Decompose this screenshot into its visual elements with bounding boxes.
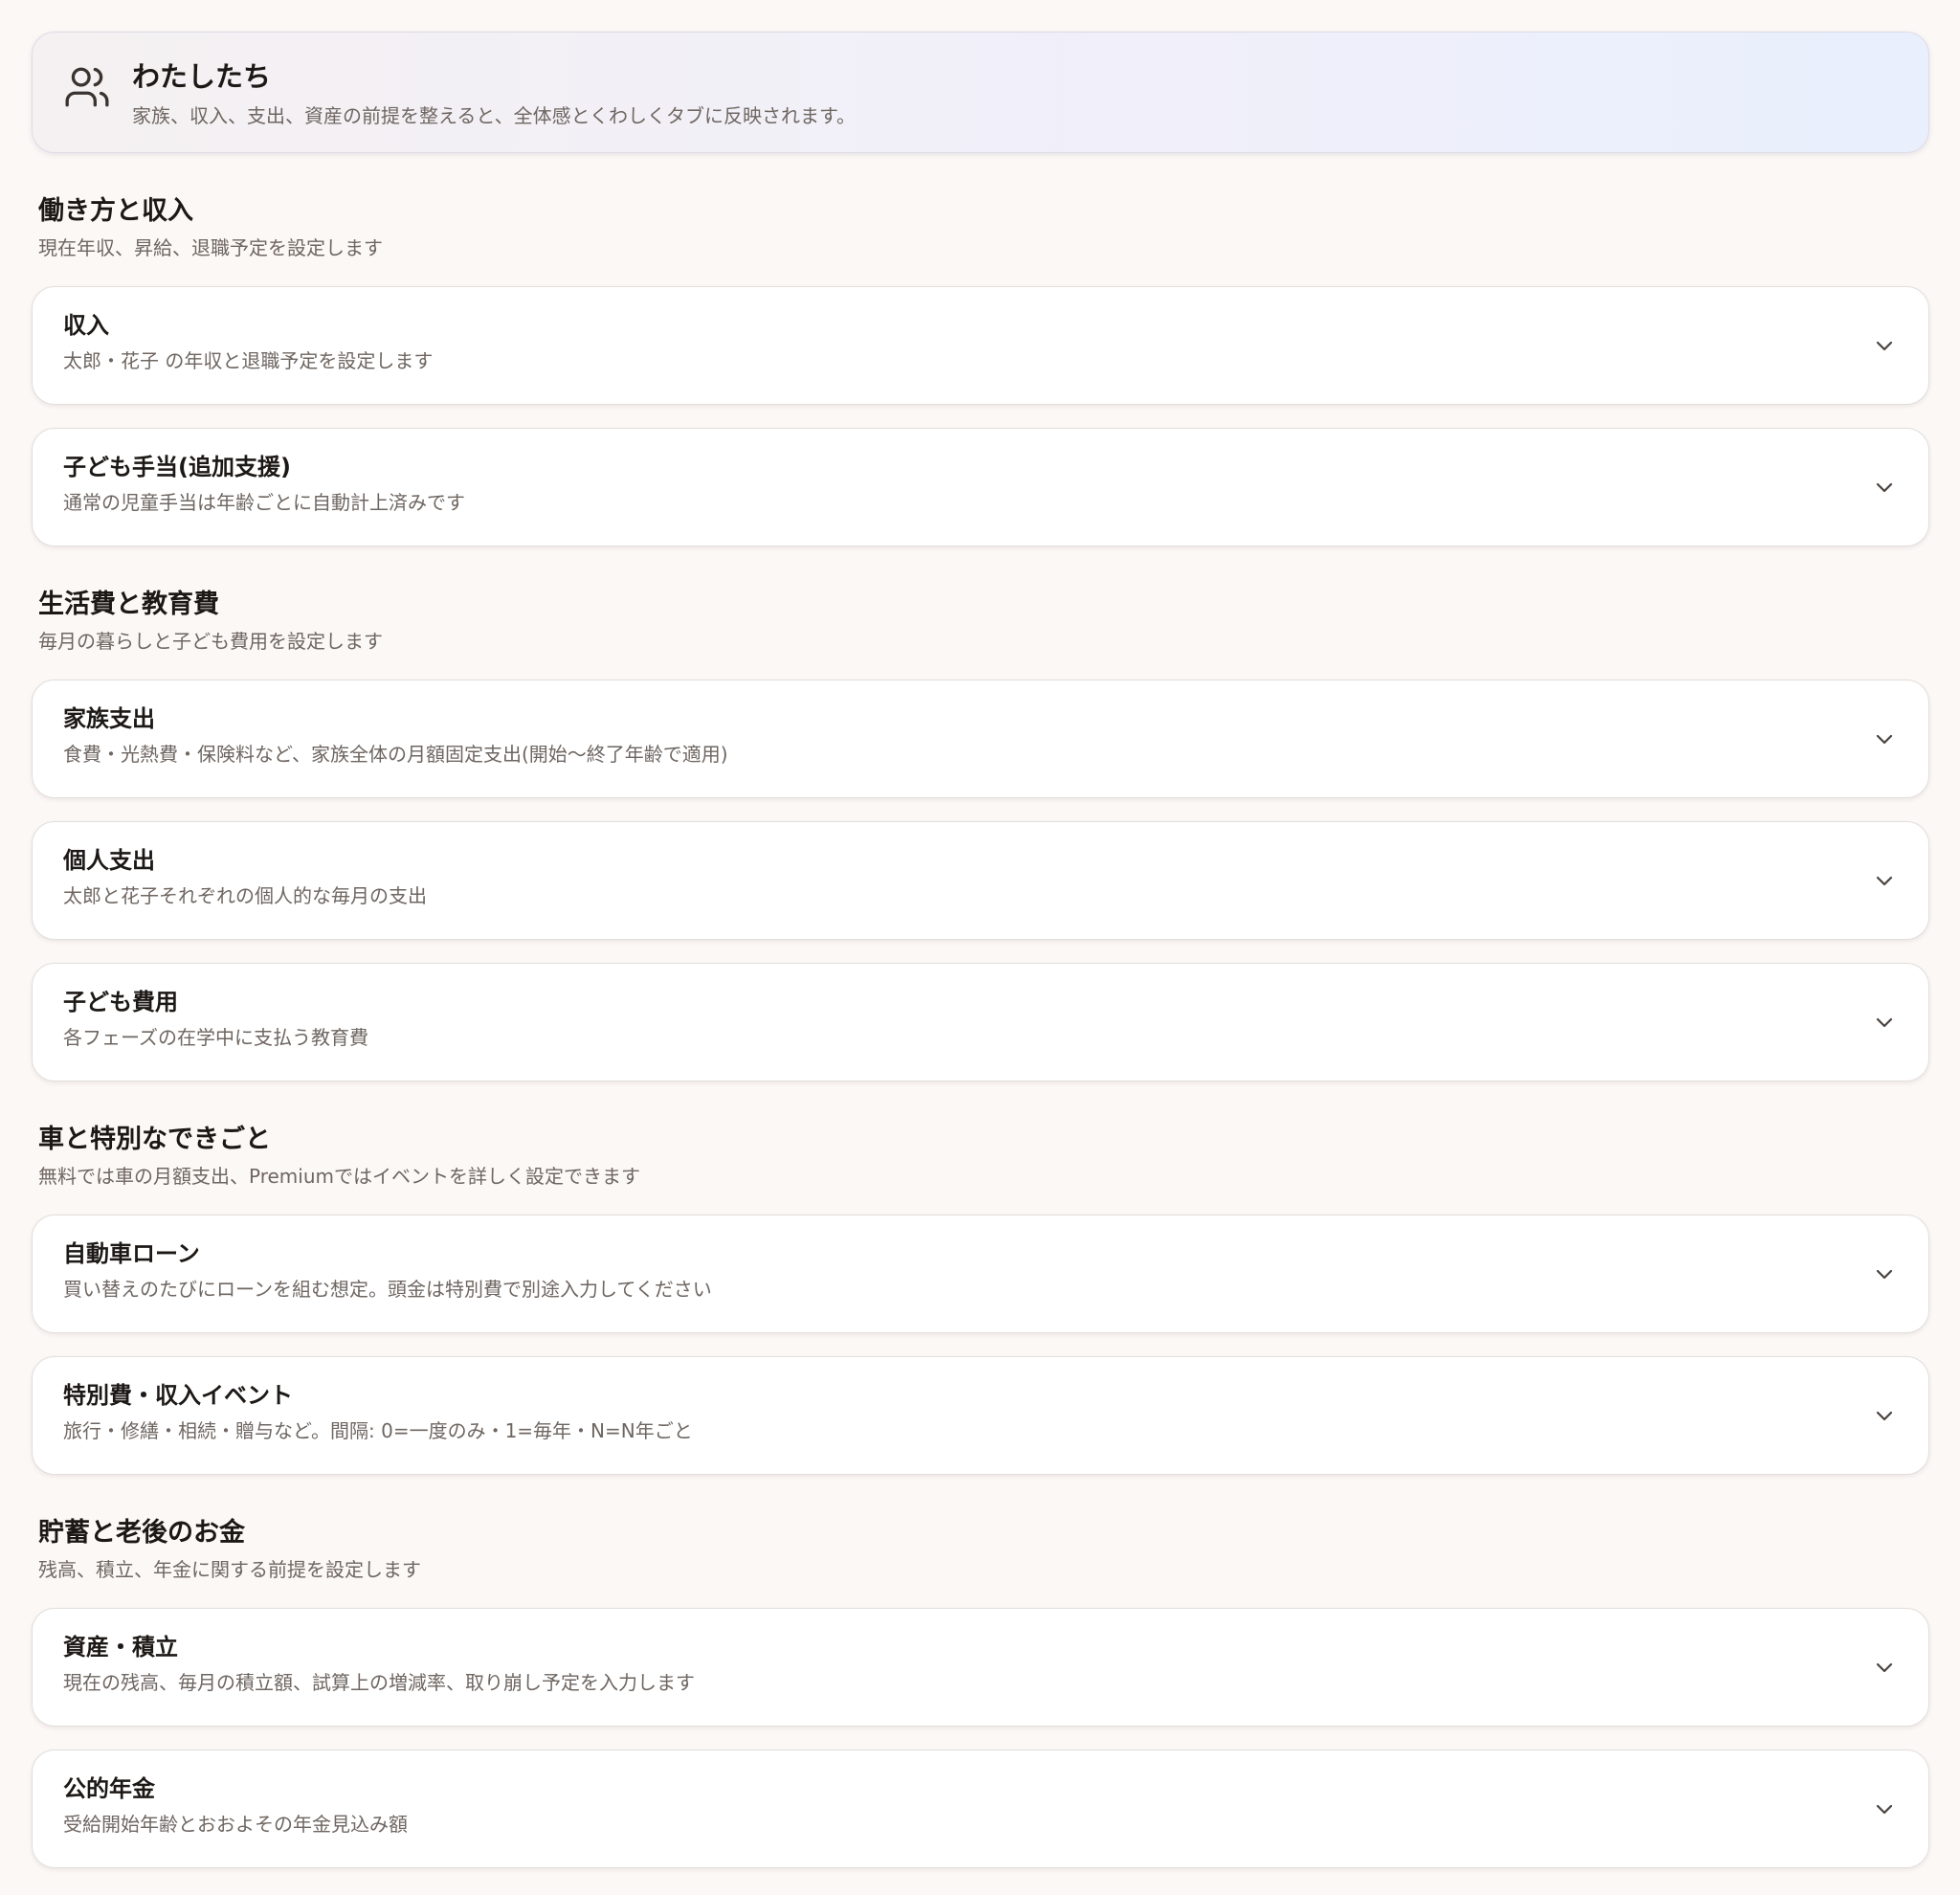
card-subtitle: 旅行・修繕・相続・贈与など。間隔: 0=一度のみ・1=毎年・N=N年ごと	[63, 1419, 693, 1442]
card-list: 資産・積立 現在の残高、毎月の積立額、試算上の増減率、取り崩し予定を入力します …	[32, 1608, 1929, 1868]
card-title: 子ども手当(追加支援)	[63, 454, 291, 480]
card-subtitle: 太郎・花子 の年収と退職予定を設定します	[63, 349, 434, 372]
chevron-down-icon[interactable]	[1873, 869, 1896, 892]
accordion-family-expenses[interactable]: 家族支出 食費・光熱費・保険料など、家族全体の月額固定支出(開始〜終了年齢で適用…	[32, 680, 1929, 798]
section-subtitle: 現在年収、昇給、退職予定を設定します	[38, 236, 383, 259]
accordion-personal-expenses[interactable]: 個人支出 太郎と花子それぞれの個人的な毎月の支出	[32, 821, 1929, 940]
accordion-child-costs[interactable]: 子ども費用 各フェーズの在学中に支払う教育費	[32, 963, 1929, 1081]
section-work-income: 働き方と収入 現在年収、昇給、退職予定を設定します 収入 太郎・花子 の年収と退…	[32, 195, 1929, 546]
accordion-assets-savings[interactable]: 資産・積立 現在の残高、毎月の積立額、試算上の増減率、取り崩し予定を入力します	[32, 1608, 1929, 1727]
card-subtitle: 現在の残高、毎月の積立額、試算上の増減率、取り崩し予定を入力します	[63, 1671, 695, 1694]
chevron-down-icon[interactable]	[1873, 1404, 1896, 1427]
page-header: わたしたち 家族、収入、支出、資産の前提を整えると、全体感とくわしくタブに反映さ…	[32, 32, 1929, 153]
section-title: 貯蓄と老後のお金	[38, 1518, 245, 1548]
chevron-down-icon[interactable]	[1873, 1656, 1896, 1679]
card-title: 特別費・収入イベント	[63, 1382, 293, 1409]
card-title: 家族支出	[63, 705, 155, 732]
card-list: 自動車ローン 買い替えのたびにローンを組む想定。頭金は特別費で別途入力してくださ…	[32, 1215, 1929, 1475]
card-title: 資産・積立	[63, 1634, 178, 1661]
chevron-down-icon[interactable]	[1873, 334, 1896, 357]
section-subtitle: 無料では車の月額支出、Premiumではイベントを詳しく設定できます	[38, 1165, 640, 1188]
page-title: わたしたち	[132, 60, 272, 93]
page-subtitle: 家族、収入、支出、資産の前提を整えると、全体感とくわしくタブに反映されます。	[132, 104, 856, 127]
section-living-education: 生活費と教育費 毎月の暮らしと子ども費用を設定します 家族支出 食費・光熱費・保…	[32, 589, 1929, 1081]
accordion-special-events[interactable]: 特別費・収入イベント 旅行・修繕・相続・贈与など。間隔: 0=一度のみ・1=毎年…	[32, 1356, 1929, 1475]
section-title: 車と特別なできごと	[38, 1125, 271, 1154]
page: わたしたち 家族、収入、支出、資産の前提を整えると、全体感とくわしくタブに反映さ…	[0, 0, 1960, 1895]
chevron-down-icon[interactable]	[1873, 727, 1896, 750]
section-savings-retirement: 貯蓄と老後のお金 残高、積立、年金に関する前提を設定します 資産・積立 現在の残…	[32, 1517, 1929, 1868]
card-list: 家族支出 食費・光熱費・保険料など、家族全体の月額固定支出(開始〜終了年齢で適用…	[32, 680, 1929, 1081]
users-icon	[65, 67, 109, 107]
section-title: 働き方と収入	[38, 196, 193, 226]
accordion-child-allowance[interactable]: 子ども手当(追加支援) 通常の児童手当は年齢ごとに自動計上済みです	[32, 428, 1929, 546]
chevron-down-icon[interactable]	[1873, 1262, 1896, 1285]
section-title: 生活費と教育費	[38, 590, 219, 619]
card-title: 個人支出	[63, 847, 155, 874]
card-list: 収入 太郎・花子 の年収と退職予定を設定します 子ども手当(追加支援) 通常の児…	[32, 286, 1929, 546]
chevron-down-icon[interactable]	[1873, 1011, 1896, 1034]
accordion-income[interactable]: 収入 太郎・花子 の年収と退職予定を設定します	[32, 286, 1929, 405]
header-text: わたしたち 家族、収入、支出、資産の前提を整えると、全体感とくわしくタブに反映さ…	[132, 57, 856, 130]
card-subtitle: 買い替えのたびにローンを組む想定。頭金は特別費で別途入力してください	[63, 1278, 712, 1301]
section-subtitle: 毎月の暮らしと子ども費用を設定します	[38, 630, 383, 653]
card-title: 自動車ローン	[63, 1240, 200, 1267]
chevron-down-icon[interactable]	[1873, 476, 1896, 499]
card-subtitle: 通常の児童手当は年齢ごとに自動計上済みです	[63, 491, 465, 514]
card-subtitle: 食費・光熱費・保険料など、家族全体の月額固定支出(開始〜終了年齢で適用)	[63, 743, 728, 766]
card-title: 収入	[63, 312, 109, 339]
chevron-down-icon[interactable]	[1873, 1797, 1896, 1820]
accordion-car-loan[interactable]: 自動車ローン 買い替えのたびにローンを組む想定。頭金は特別費で別途入力してくださ…	[32, 1215, 1929, 1333]
accordion-public-pension[interactable]: 公的年金 受給開始年齢とおおよその年金見込み額	[32, 1750, 1929, 1868]
card-title: 子ども費用	[63, 989, 178, 1015]
section-car-events: 車と特別なできごと 無料では車の月額支出、Premiumではイベントを詳しく設定…	[32, 1124, 1929, 1475]
card-subtitle: 各フェーズの在学中に支払う教育費	[63, 1026, 368, 1049]
section-subtitle: 残高、積立、年金に関する前提を設定します	[38, 1558, 421, 1581]
card-subtitle: 受給開始年齢とおおよその年金見込み額	[63, 1813, 408, 1836]
card-subtitle: 太郎と花子それぞれの個人的な毎月の支出	[63, 884, 427, 907]
card-title: 公的年金	[63, 1775, 155, 1802]
